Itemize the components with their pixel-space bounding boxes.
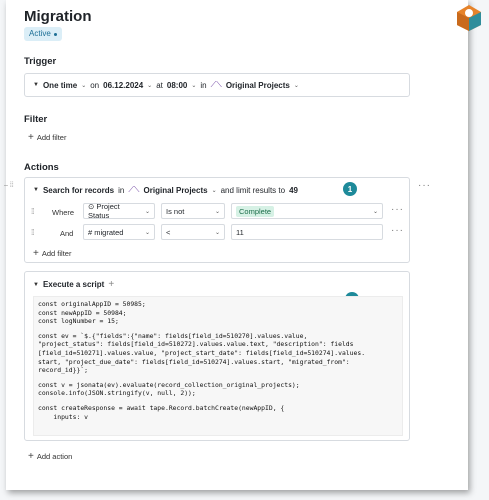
search-app-select[interactable]: Original Projects [144,186,208,195]
code-line: inputs: v [38,412,89,421]
in-label: in [200,80,207,90]
hash-icon: # [88,227,93,237]
search-action-header[interactable]: ▼ Search for records in ⟋⟍ Original Proj… [33,185,298,195]
drag-handle-icon[interactable]: – ⁞⁞ [4,182,14,189]
add-filter-label: Add filter [41,249,72,258]
plus-icon: + [33,247,39,259]
code-line: record_id}}`; [38,366,89,375]
condition-operator-label: < [166,227,171,237]
caret-down-icon[interactable]: ▼ [33,187,39,193]
circle-icon: ⊙ [88,202,95,211]
code-editor[interactable]: const originalAppID = 50985; const newApp… [33,296,403,436]
condition-operator-label: Is not [166,206,185,216]
filter-heading: Filter [24,114,48,125]
at-label: at [156,80,163,90]
plus-icon: + [28,450,34,462]
caret-down-icon[interactable]: ▼ [33,82,39,88]
trigger-time[interactable]: 08:00 [167,81,187,90]
condition-field-label: migrated [94,227,124,237]
more-icon[interactable]: ··· [418,180,431,191]
code-line: const logNumber = 15; [38,317,119,326]
add-filter-button[interactable]: + Add filter [33,247,72,259]
plus-icon[interactable]: + [108,279,114,290]
more-icon[interactable]: ··· [391,204,404,215]
page-title: Migration [24,8,92,25]
search-in-label: in [118,185,125,195]
condition-value-text: 11 [236,227,244,237]
condition-field-select[interactable]: ⊙ Project Status ⌄ [83,202,155,220]
chevron-down-icon[interactable]: ⌄ [191,82,196,89]
condition-operator-select[interactable]: Is not ⌄ [161,203,225,219]
chevron-down-icon[interactable]: ⌄ [294,82,299,89]
search-suffix: and limit results to [220,185,286,195]
drag-handle-icon[interactable]: ⁞⁞ [31,228,35,237]
chevron-down-icon[interactable]: ⌄ [212,187,217,194]
chevron-down-icon[interactable]: ⌄ [81,82,86,89]
code-line: start, "project_due_date": fields[field_… [38,357,350,366]
actions-heading: Actions [24,162,59,173]
chevron-down-icon: ⌄ [214,229,220,236]
code-line: "project_status": fields[field_id=510272… [38,340,354,349]
chevron-down-icon[interactable]: ⌄ [147,82,152,89]
code-line: const ev = `$.{"fields":{"name": fields[… [38,331,308,340]
logo-icon [457,5,481,31]
trigger-row[interactable]: ▼ One time ⌄ on 06.12.2024 ⌄ at 08:00 ⌄ … [24,73,410,97]
status-label: Active [29,29,51,38]
condition-operator-select[interactable]: < ⌄ [161,224,225,240]
status-dot-icon [53,32,57,36]
condition-value-tag: Complete [236,205,275,217]
code-line: const originalAppID = 50985; [38,300,146,308]
add-filter-button[interactable]: + Add filter [28,131,67,143]
add-filter-label: Add filter [36,133,67,142]
code-line: [field_id=510271].values.value, "project… [38,348,366,357]
search-limit[interactable]: 49 [289,186,298,195]
condition-field-select[interactable]: # migrated ⌄ [83,224,155,240]
condition-value-select[interactable]: Complete ⌄ [231,203,383,219]
drag-handle-icon[interactable]: ⁞⁞ [31,207,35,216]
app-icon: ⟋⟍ [128,185,140,194]
chevron-down-icon: ⌄ [372,208,378,215]
trigger-mode-select[interactable]: One time [43,81,77,90]
code-line: const createResponse = await tape.Record… [38,403,285,412]
script-label: Execute a script [42,280,105,289]
condition-join: Where [52,208,75,217]
more-icon[interactable]: ··· [391,225,404,236]
code-line: console.info(JSON.stringify(v, null, 2))… [38,389,196,398]
add-action-button[interactable]: + Add action [28,450,73,462]
add-action-label: Add action [36,452,73,461]
condition-value-input[interactable]: 11 [231,224,383,240]
script-action-header[interactable]: ▼ Execute a script + [33,279,114,290]
app-icon: ⟋⟍ [210,80,222,89]
search-prefix: Search for records [42,185,115,195]
step-number-badge: 1 [343,182,357,196]
caret-down-icon[interactable]: ▼ [33,282,39,288]
script-action-card: ▼ Execute a script + 2 const originalApp… [24,271,410,441]
search-action-card: ▼ Search for records in ⟋⟍ Original Proj… [24,177,410,263]
condition-join: And [60,229,74,238]
trigger-date[interactable]: 06.12.2024 [103,81,143,90]
chevron-down-icon: ⌄ [214,208,220,215]
trigger-app-select[interactable]: Original Projects [226,81,290,90]
trigger-heading: Trigger [24,56,57,67]
code-line: const v = jsonata(ev).evaluate(record_co… [38,380,300,389]
status-badge: Active [24,27,62,41]
plus-icon: + [28,131,34,143]
chevron-down-icon: ⌄ [144,229,150,236]
on-label: on [90,80,100,90]
code-line: const newAppID = 50984; [38,308,127,317]
chevron-down-icon: ⌄ [144,208,150,215]
